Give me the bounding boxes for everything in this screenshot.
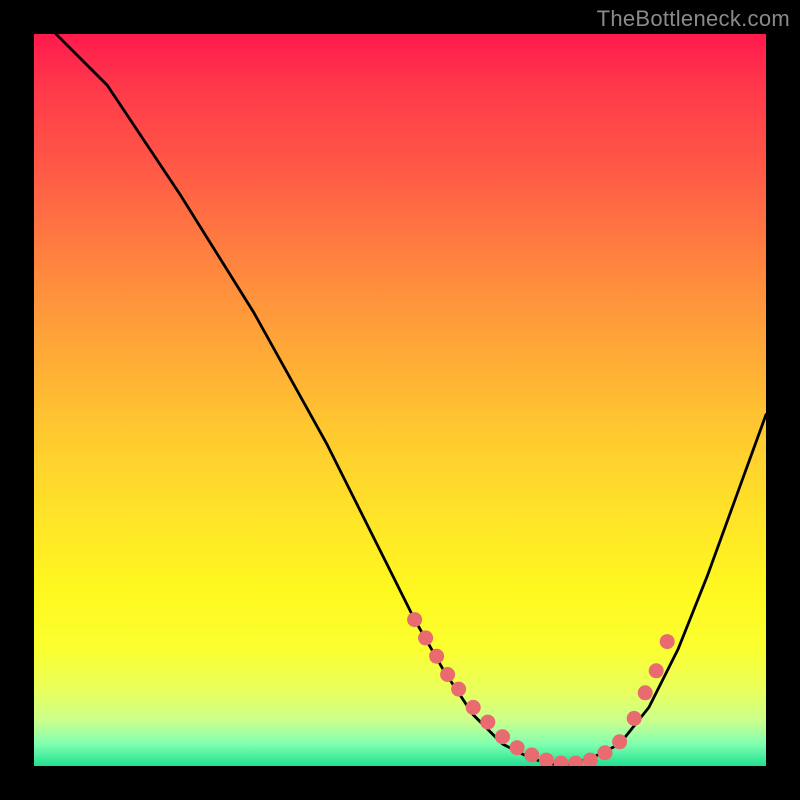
curve-marker (598, 745, 613, 760)
bottleneck-curve (56, 34, 766, 766)
curve-marker (480, 715, 495, 730)
chart-svg (34, 34, 766, 766)
curve-marker (568, 756, 583, 766)
curve-marker (660, 634, 675, 649)
curve-marker (539, 753, 554, 766)
curve-marker (440, 667, 455, 682)
curve-marker (612, 734, 627, 749)
curve-marker (466, 700, 481, 715)
plot-area (34, 34, 766, 766)
curve-marker (451, 682, 466, 697)
curve-markers (407, 612, 675, 766)
curve-marker (649, 663, 664, 678)
curve-marker (627, 711, 642, 726)
chart-frame: TheBottleneck.com (0, 0, 800, 800)
watermark-text: TheBottleneck.com (597, 6, 790, 32)
curve-marker (429, 649, 444, 664)
curve-marker (495, 729, 510, 744)
curve-marker (554, 756, 569, 766)
curve-marker (418, 630, 433, 645)
curve-marker (638, 685, 653, 700)
curve-marker (524, 748, 539, 763)
curve-marker (510, 740, 525, 755)
curve-marker (407, 612, 422, 627)
